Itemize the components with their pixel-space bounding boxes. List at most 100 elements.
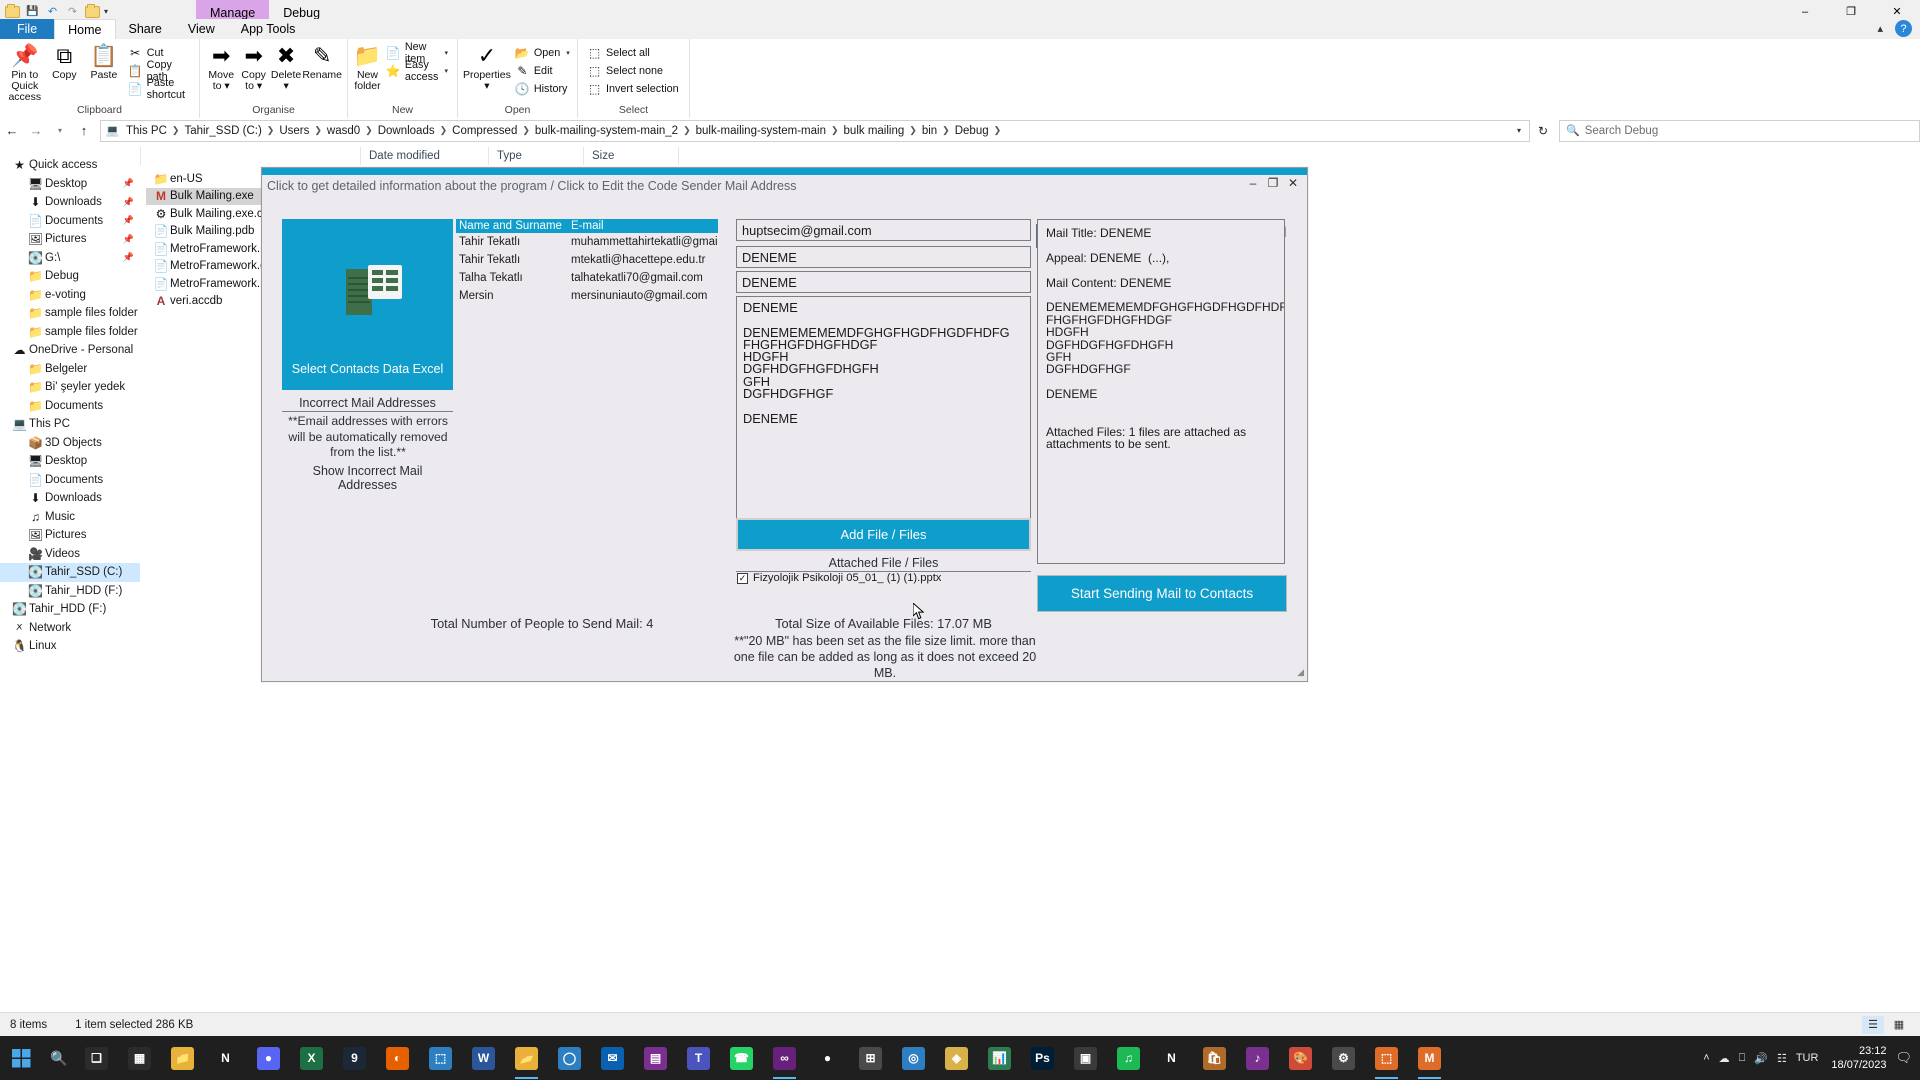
rename-button[interactable]: ✎ Rename <box>302 42 342 81</box>
dialog-minimize-button[interactable]: – <box>1243 174 1263 192</box>
search-icon[interactable]: 🔍 <box>43 1036 75 1080</box>
sidebar-item-sample-files-folder[interactable]: 📁 sample files folder <box>0 323 140 342</box>
copy-button[interactable]: ⧉ Copy <box>45 42 85 81</box>
calculator-icon[interactable]: ⊞ <box>849 1036 892 1080</box>
dialog-close-button[interactable]: ✕ <box>1283 174 1303 192</box>
folder-icon-2[interactable] <box>84 3 101 20</box>
history-button[interactable]: 🕓 History <box>511 80 574 98</box>
breadcrumb-item[interactable]: Tahir_SSD (C:) <box>180 125 265 137</box>
sidebar-item-documents[interactable]: 📄 Documents <box>0 471 140 490</box>
attached-file-item[interactable]: ✓ Fizyolojik Psikoloji 05_01_ (1) (1).pp… <box>737 572 1032 584</box>
breadcrumb-item[interactable]: bulk mailing <box>840 125 909 137</box>
sidebar-item-tahir-hdd-f-[interactable]: 💽 Tahir_HDD (F:) <box>0 582 140 601</box>
sidebar-item-linux[interactable]: 🐧 Linux <box>0 637 140 656</box>
sender-email-field[interactable]: huptsecim@gmail.com <box>736 219 1031 241</box>
sidebar-item-onedrive-personal[interactable]: ☁ OneDrive - Personal <box>0 341 140 360</box>
terminal-icon[interactable]: ▣ <box>1064 1036 1107 1080</box>
sidebar-item-desktop[interactable]: 🖥 Desktop 📌 <box>0 175 140 194</box>
back-button[interactable]: ← <box>0 118 24 143</box>
breadcrumb-separator-icon[interactable]: ❯ <box>171 125 181 136</box>
sidebar-item-documents[interactable]: 📄 Documents 📌 <box>0 212 140 231</box>
breadcrumb-separator-icon[interactable]: ❯ <box>908 125 918 136</box>
sidebar-item-pictures[interactable]: 🖼 Pictures <box>0 526 140 545</box>
github-icon[interactable]: ● <box>806 1036 849 1080</box>
photoshop-icon[interactable]: Ps <box>1021 1036 1064 1080</box>
chrome-icon[interactable]: ◎ <box>892 1036 935 1080</box>
breadcrumb-separator-icon[interactable]: ❯ <box>993 125 1003 136</box>
breadcrumb-item[interactable]: wasd0 <box>323 125 364 137</box>
save-icon[interactable]: 💾 <box>24 3 41 20</box>
select-none-button[interactable]: ⬚ Select none <box>583 62 683 80</box>
invert-selection-button[interactable]: ⬚ Invert selection <box>583 80 683 98</box>
language-indicator[interactable]: TUR <box>1796 1052 1819 1064</box>
vscode-icon[interactable]: ⬚ <box>419 1036 462 1080</box>
contacts-grid[interactable]: Name and Surname E-mail Tahir Tekatlı muh… <box>456 219 718 305</box>
sidebar-item-3d-objects[interactable]: 📦 3D Objects <box>0 434 140 453</box>
contacts-grid-row[interactable]: Mersin mersinuniauto@gmail.com <box>456 287 718 305</box>
breadcrumb-item[interactable]: Users <box>275 125 313 137</box>
sidebar-item-bi-eyler-yedek[interactable]: 📁 Bi' şeyler yedek <box>0 378 140 397</box>
breadcrumb-separator-icon[interactable]: ❯ <box>941 125 951 136</box>
breadcrumb-item[interactable]: This PC <box>122 125 171 137</box>
select-excel-panel[interactable]: Select Contacts Data Excel <box>282 219 453 390</box>
details-view-icon[interactable]: ☰ <box>1862 1015 1884 1034</box>
stats-icon[interactable]: 📊 <box>978 1036 1021 1080</box>
breadcrumb-separator-icon[interactable]: ❯ <box>682 125 692 136</box>
dialog-hint-text[interactable]: Click to get detailed information about … <box>267 176 796 196</box>
refresh-button[interactable]: ↻ <box>1530 120 1556 142</box>
show-incorrect-mail-button[interactable]: Show Incorrect Mail Addresses <box>282 464 453 492</box>
breadcrumb[interactable]: 💻 This PC ❯ Tahir_SSD (C:) ❯ Users ❯ wasd0 ❯ Dow… <box>100 119 1530 142</box>
volume-tray-icon[interactable]: 🔊 <box>1754 1052 1768 1065</box>
sidebar-item-desktop[interactable]: 🖥 Desktop <box>0 452 140 471</box>
appeal-field[interactable]: DENEME <box>736 271 1031 293</box>
sidebar-item-e-voting[interactable]: 📁 e-voting <box>0 286 140 305</box>
vscode2-icon[interactable]: ⬚ <box>1365 1036 1408 1080</box>
store-icon[interactable]: 🛍 <box>1193 1036 1236 1080</box>
onenote-icon[interactable]: ▤ <box>634 1036 677 1080</box>
pin-icon[interactable]: 📌 <box>123 234 134 245</box>
move-to-button[interactable]: ➡ Move to ▾ <box>205 42 237 92</box>
undo-icon[interactable]: ↶ <box>44 3 61 20</box>
music2-icon[interactable]: ♪ <box>1236 1036 1279 1080</box>
copy-to-button[interactable]: ➡ Copy to ▾ <box>237 42 269 92</box>
navigation-pane[interactable]: ★ Quick access 🖥 Desktop 📌 ⬇ Downloads 📌 📄 Docume… <box>0 146 140 832</box>
tab-home[interactable]: Home <box>54 19 116 40</box>
chevron-down-icon[interactable]: ▾ <box>104 7 108 16</box>
onedrive-tray-icon[interactable]: ☁ <box>1719 1052 1730 1065</box>
easy-access-button[interactable]: ⭐ Easy access ▾ <box>382 59 452 83</box>
mail-title-field[interactable]: DENEME <box>736 246 1031 268</box>
start-sending-button[interactable]: Start Sending Mail to Contacts <box>1037 575 1287 612</box>
chevron-up-icon[interactable]: ˄ <box>1703 1052 1709 1064</box>
sidebar-item-this-pc[interactable]: 💻 This PC <box>0 415 140 434</box>
teams-icon[interactable]: T <box>677 1036 720 1080</box>
explorer2-icon[interactable]: 📂 <box>505 1036 548 1080</box>
contacts-grid-row[interactable]: Tahir Tekatlı mtekatli@hacettepe.edu.tr <box>456 251 718 269</box>
notification-icon[interactable]: 🗨 <box>1895 1050 1912 1066</box>
breadcrumb-separator-icon[interactable]: ❯ <box>364 125 374 136</box>
spotify-icon[interactable]: ♫ <box>1107 1036 1150 1080</box>
new-folder-button[interactable]: 📁 New folder <box>353 42 382 92</box>
excel-icon[interactable]: X <box>290 1036 333 1080</box>
breadcrumb-separator-icon[interactable]: ❯ <box>521 125 531 136</box>
clock[interactable]: 23:12 18/07/2023 <box>1831 1044 1886 1072</box>
chevron-down-icon[interactable]: ▾ <box>444 49 448 57</box>
column-header-size[interactable]: Size <box>583 147 678 165</box>
mail-body-textarea[interactable]: DENEME DENEMEMEMEMDFGHGFHGDFHGDFHDFG FHG… <box>736 296 1031 549</box>
steam-icon[interactable]: 9 <box>333 1036 376 1080</box>
sidebar-item-tahir-ssd-c-[interactable]: 💽 Tahir_SSD (C:) <box>0 563 140 582</box>
paste-button[interactable]: 📋 Paste <box>84 42 124 81</box>
sidebar-item-g-[interactable]: 💽 G:\ 📌 <box>0 249 140 268</box>
delete-button[interactable]: ✖ Delete ▾ <box>270 42 302 92</box>
breadcrumb-dropdown-icon[interactable]: ▾ <box>1511 126 1527 135</box>
sidebar-item-tahir-hdd-f-[interactable]: 💽 Tahir_HDD (F:) <box>0 600 140 619</box>
question-circle-icon[interactable]: ? <box>1895 20 1912 37</box>
widgets-icon[interactable]: ▦ <box>118 1036 161 1080</box>
breadcrumb-item[interactable]: Downloads <box>374 125 439 137</box>
incorrect-mail-addresses-link[interactable]: Incorrect Mail Addresses <box>282 396 453 412</box>
resize-grip[interactable]: ◢ <box>1297 667 1304 678</box>
chevron-down-icon[interactable]: ▾ <box>566 49 570 57</box>
forward-button[interactable]: → <box>24 118 48 143</box>
contacts-grid-row[interactable]: Talha Tekatlı talhatekatli70@gmail.com <box>456 269 718 287</box>
notion2-icon[interactable]: N <box>1150 1036 1193 1080</box>
sidebar-item-pictures[interactable]: 🖼 Pictures 📌 <box>0 230 140 249</box>
